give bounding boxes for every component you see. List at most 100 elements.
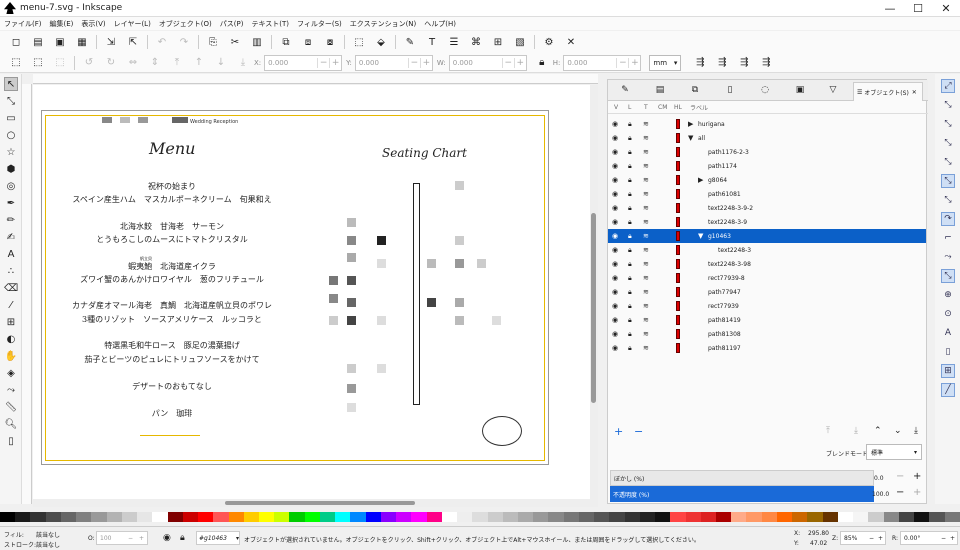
xml-editor-icon[interactable]: ⌘ (469, 35, 483, 49)
color-swatch[interactable] (700, 512, 717, 522)
color-swatch[interactable] (807, 512, 823, 522)
visibility-eye-icon[interactable]: ◉ (612, 162, 618, 170)
move-bottom-icon[interactable]: ⤓ (854, 426, 858, 436)
cut-icon[interactable]: ✂ (228, 35, 242, 49)
lock-icon[interactable]: 🔒︎ (628, 176, 632, 185)
x-decrement-button[interactable]: − (317, 57, 329, 68)
collapse-all-icon[interactable]: ⤓ (914, 426, 918, 436)
color-swatch[interactable] (792, 512, 808, 522)
blend-mode-select[interactable]: 標準 ▾ (866, 444, 922, 460)
snap-intersections-icon[interactable]: ↷ (941, 212, 955, 226)
add-object-button[interactable]: + (614, 425, 623, 438)
objects-tab[interactable]: ☰ オブジェクト(S) ✕ (853, 82, 923, 101)
visibility-eye-icon[interactable]: ◉ (612, 344, 618, 352)
color-swatch[interactable] (944, 512, 960, 522)
raise-icon[interactable]: ↑ (192, 56, 206, 70)
maximize-button[interactable]: ☐ (904, 0, 932, 17)
minimize-button[interactable]: — (876, 0, 904, 17)
layer-visibility-icon[interactable]: ◉ (163, 533, 171, 543)
object-row[interactable]: ◉ 🔒︎ ≋ path77947 (608, 285, 926, 299)
y-field[interactable]: 0.000− + (354, 54, 433, 71)
collapse-arrow-icon[interactable]: ▼ (688, 134, 693, 142)
selector-tool-icon[interactable]: ↖ (4, 77, 18, 91)
color-swatch[interactable] (609, 512, 625, 522)
color-swatch[interactable] (198, 512, 214, 522)
object-label[interactable]: path1176-2-3 (708, 149, 749, 156)
object-label[interactable]: text2248-3-9-2 (708, 205, 753, 212)
visibility-eye-icon[interactable]: ◉ (612, 148, 618, 156)
highlight-color-swatch[interactable] (676, 273, 680, 283)
opacity-value[interactable]: 100.0 (872, 491, 889, 498)
color-swatch[interactable] (563, 512, 579, 522)
transform-gradients-icon[interactable]: ⇶ (737, 56, 751, 70)
lock-icon[interactable]: 🔒︎ (628, 330, 632, 339)
blur-increment-button[interactable]: + (913, 471, 921, 482)
select-all-layers-icon[interactable]: ⬚ (31, 56, 45, 70)
calligraphy-tool-icon[interactable]: ✍ (4, 230, 18, 244)
copy-icon[interactable]: ⎘ (206, 35, 220, 49)
color-swatch[interactable] (91, 512, 107, 522)
color-swatch[interactable] (822, 512, 838, 522)
move-up-icon[interactable]: ⌃ (874, 426, 882, 436)
zoom-field[interactable]: 85% − + (840, 531, 886, 545)
lock-icon[interactable]: 🔒︎ (628, 120, 632, 129)
export-tab-icon[interactable]: ▣ (793, 83, 807, 97)
object-label[interactable]: all (698, 135, 705, 142)
collapse-arrow-icon[interactable]: ▼ (698, 232, 703, 240)
object-row[interactable]: ◉ 🔒︎ ≋ rect77939 (608, 299, 926, 313)
object-label[interactable]: path81419 (708, 317, 741, 324)
object-row[interactable]: ◉ 🔒︎ ≋ ▼ all (608, 131, 926, 145)
paste-icon[interactable]: ▥ (250, 35, 264, 49)
object-label[interactable]: path1174 (708, 163, 737, 170)
color-swatch[interactable] (228, 512, 244, 522)
connector-tool-icon[interactable]: ⤳ (4, 383, 18, 397)
color-swatch[interactable] (121, 512, 138, 522)
transform-patterns-icon[interactable]: ⇶ (759, 56, 773, 70)
select-all-icon[interactable]: ⬚ (9, 56, 23, 70)
object-row[interactable]: ◉ 🔒︎ ≋ path81197 (608, 341, 926, 355)
close-button[interactable]: ✕ (932, 0, 960, 17)
highlight-color-swatch[interactable] (676, 189, 680, 199)
blur-slider[interactable]: ぼかし (%) (610, 470, 874, 486)
highlight-color-swatch[interactable] (676, 175, 680, 185)
menu-object[interactable]: オブジェクト(O) (159, 19, 212, 29)
color-swatch[interactable] (45, 512, 61, 522)
clone-icon[interactable]: ⧈ (301, 35, 315, 49)
color-swatch[interactable] (685, 512, 701, 522)
menu-extensions[interactable]: エクステンション(N) (350, 19, 417, 29)
visibility-eye-icon[interactable]: ◉ (612, 330, 618, 338)
visibility-eye-icon[interactable]: ◉ (612, 204, 618, 212)
horizontal-scroll-thumb[interactable] (225, 501, 415, 505)
h-decrement-button[interactable]: − (616, 57, 628, 68)
object-label[interactable]: path81197 (708, 345, 741, 352)
object-label[interactable]: rect77939 (708, 303, 739, 310)
color-swatch[interactable] (30, 512, 46, 522)
horizontal-scrollbar[interactable] (33, 499, 598, 507)
filter-tab-icon[interactable]: ▽ (826, 83, 840, 97)
visibility-eye-icon[interactable]: ◉ (612, 246, 618, 254)
menu-layer[interactable]: レイヤー(L) (114, 19, 151, 29)
w-value[interactable]: 0.000 (450, 59, 502, 67)
object-label[interactable]: text2248-3-98 (708, 261, 751, 268)
highlight-color-swatch[interactable] (676, 217, 680, 227)
object-row[interactable]: ◉ 🔒︎ ≋ rect77939-8 (608, 271, 926, 285)
object-row[interactable]: ◉ 🔒︎ ≋ path61081 (608, 187, 926, 201)
lock-ratio-icon[interactable]: 🔒︎ (535, 56, 549, 70)
snap-nodes-icon[interactable]: ⤡ (941, 174, 955, 188)
object-label[interactable]: hurigana (698, 121, 725, 128)
measure-tool-icon[interactable]: 📏︎ (4, 400, 18, 414)
h-field[interactable]: 0.000− + (563, 54, 642, 71)
color-swatch[interactable] (182, 512, 199, 522)
lock-icon[interactable]: 🔒︎ (628, 274, 632, 283)
object-label[interactable]: text2248-3-9 (708, 219, 747, 226)
menu-filters[interactable]: フィルター(S) (297, 19, 342, 29)
visibility-eye-icon[interactable]: ◉ (612, 316, 618, 324)
visibility-eye-icon[interactable]: ◉ (612, 288, 618, 296)
color-swatch[interactable] (274, 512, 290, 522)
color-swatch[interactable] (243, 512, 259, 522)
dropper-tool-icon[interactable]: ⁄ (4, 298, 18, 312)
vertical-ruler[interactable] (22, 84, 32, 504)
color-swatch[interactable] (548, 512, 564, 522)
lock-icon[interactable]: 🔒︎ (628, 288, 632, 297)
color-swatch[interactable] (502, 512, 518, 522)
